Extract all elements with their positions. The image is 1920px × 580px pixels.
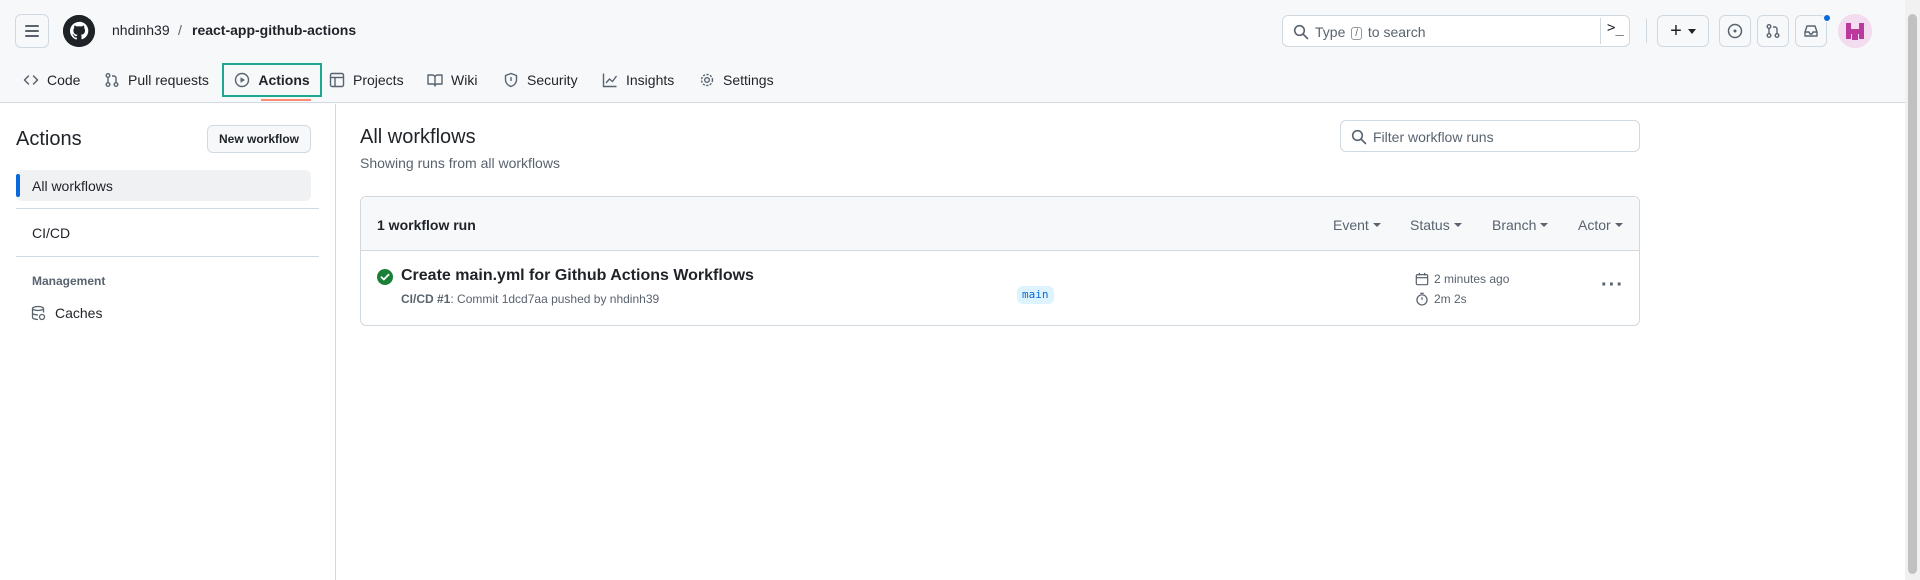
inbox-button[interactable] bbox=[1795, 15, 1827, 47]
graph-icon bbox=[602, 73, 618, 88]
check-circle-icon bbox=[377, 269, 393, 285]
gear-icon bbox=[700, 73, 714, 87]
header-divider bbox=[1646, 19, 1647, 43]
run-workflow-name: CI/CD #1 bbox=[401, 292, 451, 306]
play-icon bbox=[235, 72, 250, 88]
sidebar-divider bbox=[335, 104, 336, 580]
tab-code[interactable]: Code bbox=[23, 64, 80, 96]
sidebar-separator bbox=[16, 256, 319, 257]
sidebar-item-all-workflows[interactable]: All workflows bbox=[16, 170, 311, 201]
tab-insights[interactable]: Insights bbox=[602, 64, 674, 96]
run-meta-text: : Commit 1dcd7aa pushed by nhdinh39 bbox=[450, 292, 660, 306]
command-divider bbox=[1600, 18, 1601, 44]
search-icon bbox=[1351, 129, 1367, 145]
tab-insights-label: Insights bbox=[626, 72, 675, 88]
scrollbar-thumb[interactable] bbox=[1908, 14, 1917, 574]
event-filter-dropdown[interactable]: Event bbox=[1333, 217, 1381, 233]
actor-filter-dropdown[interactable]: Actor bbox=[1578, 217, 1623, 233]
pull-requests-button[interactable] bbox=[1757, 15, 1789, 47]
sidebar-title: Actions bbox=[16, 128, 82, 150]
tab-settings[interactable]: Settings bbox=[699, 64, 774, 96]
tab-actions-label: Actions bbox=[258, 72, 310, 88]
workflow-runs-header: 1 workflow run Event Status Branch Actor bbox=[361, 197, 1639, 251]
run-options-kebab-icon[interactable]: ··· bbox=[1601, 275, 1624, 295]
sidebar-item-caches-label: Caches bbox=[55, 305, 103, 321]
command-palette-icon[interactable]: >_ bbox=[1607, 20, 1624, 36]
filter-placeholder: Filter workflow runs bbox=[1373, 129, 1494, 145]
book-icon bbox=[427, 74, 443, 87]
run-time: 2 minutes ago bbox=[1415, 272, 1509, 286]
run-meta: CI/CD #1: Commit 1dcd7aa pushed by nhdin… bbox=[401, 292, 659, 306]
search-input[interactable]: Type / to search bbox=[1282, 15, 1630, 47]
tab-security-label: Security bbox=[527, 72, 578, 88]
tab-selected-indicator bbox=[261, 99, 311, 101]
menu-button[interactable] bbox=[15, 14, 49, 48]
tab-projects-label: Projects bbox=[353, 72, 404, 88]
chevron-down-icon bbox=[1687, 28, 1696, 34]
runs-count: 1 workflow run bbox=[377, 217, 476, 233]
breadcrumb-repo[interactable]: react-app-github-actions bbox=[192, 22, 356, 38]
search-icon bbox=[1293, 24, 1309, 40]
github-logo-icon[interactable] bbox=[63, 15, 95, 47]
status-filter-dropdown[interactable]: Status bbox=[1410, 217, 1462, 233]
create-new-button[interactable]: + bbox=[1657, 15, 1709, 47]
sidebar-selected-indicator bbox=[16, 174, 20, 197]
page-title: All workflows bbox=[360, 126, 476, 148]
sidebar-management-heading: Management bbox=[32, 274, 106, 288]
tab-code-label: Code bbox=[47, 72, 81, 88]
run-duration: 2m 2s bbox=[1415, 292, 1467, 306]
breadcrumb-separator: / bbox=[178, 22, 182, 38]
issue-opened-icon bbox=[1727, 23, 1743, 39]
notification-dot bbox=[1823, 14, 1831, 22]
page-subtitle: Showing runs from all workflows bbox=[360, 155, 560, 171]
table-icon bbox=[329, 72, 345, 88]
plus-icon: + bbox=[1670, 20, 1682, 42]
issues-button[interactable] bbox=[1719, 15, 1751, 47]
search-placeholder: Type / to search bbox=[1315, 24, 1426, 40]
tab-pull-requests-label: Pull requests bbox=[128, 72, 209, 88]
tab-projects[interactable]: Projects bbox=[329, 64, 404, 96]
git-pull-request-icon bbox=[105, 73, 119, 87]
stopwatch-icon bbox=[1416, 292, 1428, 306]
sidebar-item-ci-cd[interactable]: CI/CD bbox=[32, 225, 70, 241]
tab-wiki[interactable]: Wiki bbox=[427, 64, 477, 96]
shield-icon bbox=[504, 72, 518, 88]
sidebar-separator bbox=[16, 208, 319, 209]
branch-filter-dropdown[interactable]: Branch bbox=[1492, 217, 1549, 233]
repo-header: nhdinh39 / react-app-github-actions Type… bbox=[0, 0, 1920, 103]
run-title-link[interactable]: Create main.yml for Github Actions Workf… bbox=[401, 267, 754, 285]
new-workflow-button[interactable]: New workflow bbox=[207, 125, 311, 153]
tab-wiki-label: Wiki bbox=[451, 72, 478, 88]
breadcrumb-owner[interactable]: nhdinh39 bbox=[112, 22, 170, 38]
chevron-down-icon bbox=[1614, 223, 1623, 227]
git-pull-request-icon bbox=[1766, 24, 1780, 38]
calendar-icon bbox=[1415, 272, 1429, 286]
inbox-icon bbox=[1804, 25, 1818, 37]
tab-actions[interactable]: Actions bbox=[222, 63, 322, 97]
tab-pull-requests[interactable]: Pull requests bbox=[104, 64, 209, 96]
tab-security[interactable]: Security bbox=[503, 64, 578, 96]
sidebar-item-caches[interactable]: Caches bbox=[30, 305, 102, 321]
avatar[interactable] bbox=[1838, 14, 1872, 48]
workflow-run-row[interactable]: Create main.yml for Github Actions Workf… bbox=[361, 252, 1639, 325]
code-icon bbox=[23, 75, 39, 85]
tab-settings-label: Settings bbox=[723, 72, 774, 88]
chevron-down-icon bbox=[1372, 223, 1381, 227]
branch-badge[interactable]: main bbox=[1017, 286, 1054, 304]
database-icon bbox=[31, 305, 46, 321]
chevron-down-icon bbox=[1540, 223, 1549, 227]
chevron-down-icon bbox=[1453, 223, 1462, 227]
page: nhdinh39 / react-app-github-actions Type… bbox=[0, 0, 1920, 580]
workflow-runs-list: 1 workflow run Event Status Branch Actor… bbox=[360, 196, 1640, 326]
filter-workflow-runs-input[interactable]: Filter workflow runs bbox=[1340, 120, 1640, 152]
